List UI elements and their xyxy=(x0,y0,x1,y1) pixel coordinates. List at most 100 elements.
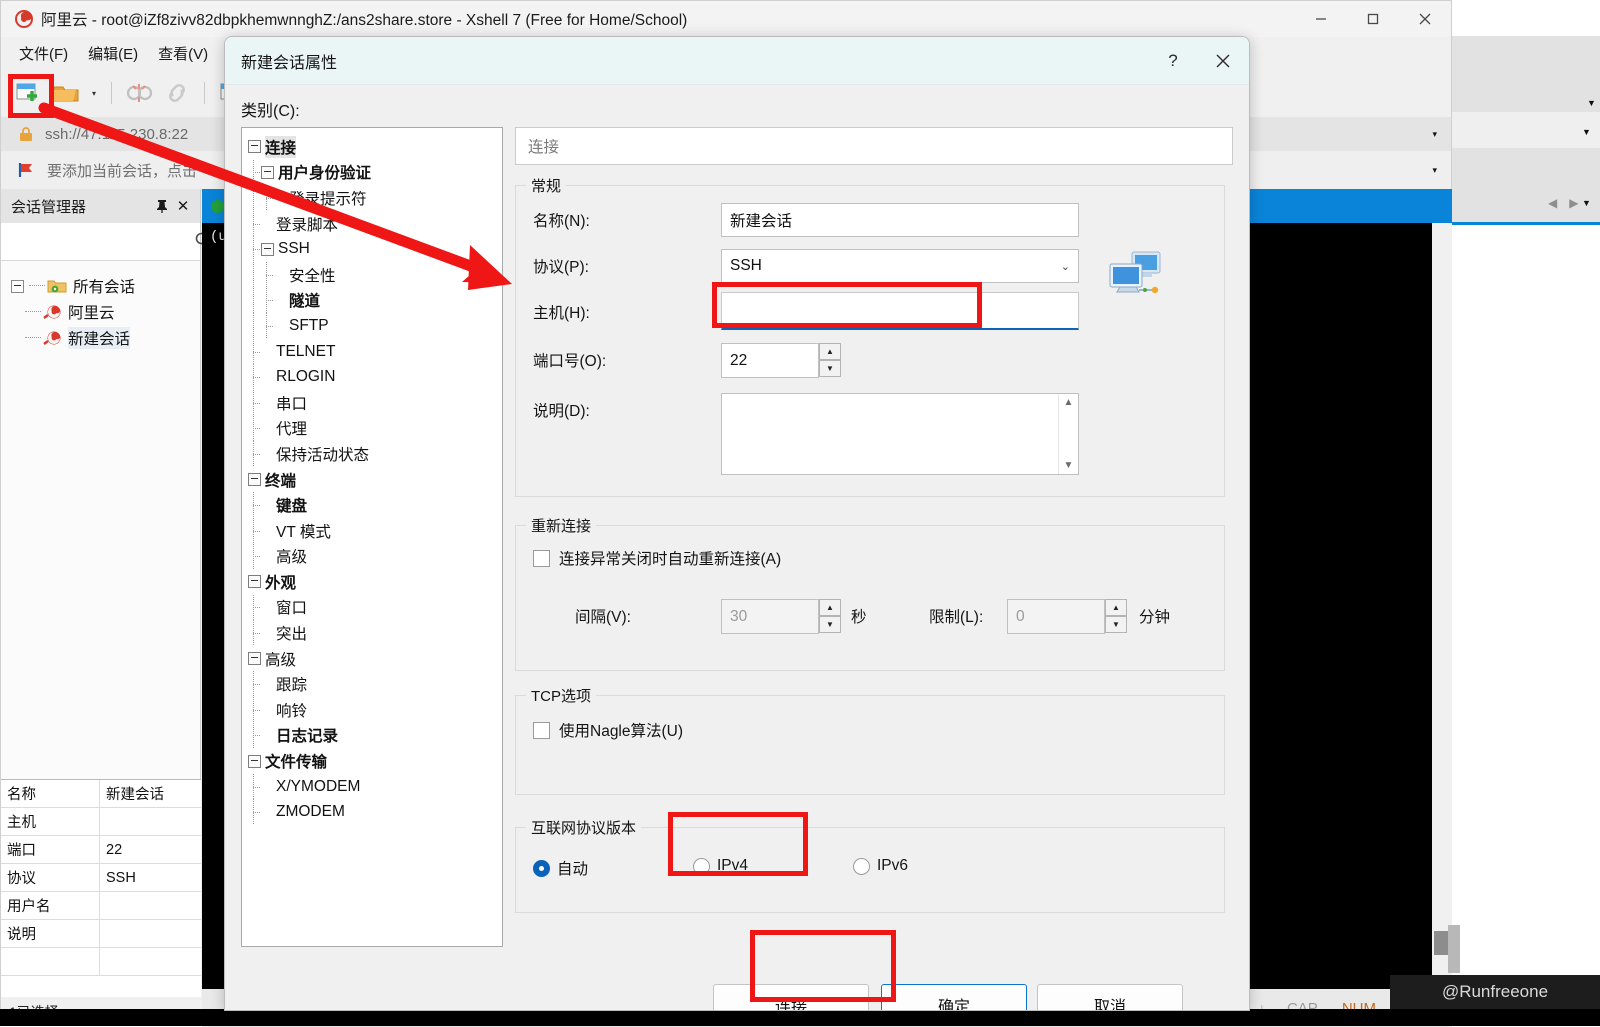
dialog-close-icon[interactable] xyxy=(1197,38,1249,84)
scroll-down-icon[interactable]: ▼ xyxy=(1064,460,1074,471)
category-item[interactable]: 隧道 xyxy=(248,287,502,314)
interval-spinner[interactable]: ▲ ▼ xyxy=(819,599,841,633)
connect-button[interactable]: 连接 xyxy=(713,984,869,1010)
protocol-select[interactable]: SSH ⌄ xyxy=(721,249,1079,283)
host-input[interactable] xyxy=(721,292,1079,330)
category-item[interactable]: 键盘 xyxy=(248,492,502,518)
chevron-down-icon[interactable]: ⌄ xyxy=(1061,260,1070,273)
limit-spin-up[interactable]: ▲ xyxy=(1105,599,1127,616)
category-item[interactable]: TELNET xyxy=(248,338,502,365)
terminal-scrollbar[interactable] xyxy=(1432,223,1452,989)
port-spin-down[interactable]: ▼ xyxy=(819,360,841,377)
category-item[interactable]: 登录提示符 xyxy=(248,185,502,211)
ip-v6-option[interactable]: IPv6 xyxy=(853,857,908,875)
ip-v4-option[interactable]: IPv4 xyxy=(693,857,748,875)
minimize-button[interactable] xyxy=(1295,1,1347,37)
search-input[interactable] xyxy=(9,232,194,251)
description-scrollbar[interactable]: ▲ ▼ xyxy=(1058,394,1078,474)
bg-chevron-down-icon-2[interactable]: ▼ xyxy=(1582,127,1591,137)
menu-view[interactable]: 查看(V) xyxy=(158,43,208,64)
port-spinner[interactable]: ▲ ▼ xyxy=(819,343,841,377)
interval-spin-down[interactable]: ▼ xyxy=(819,616,841,633)
ip-auto-radio[interactable] xyxy=(533,859,550,877)
scroll-up-icon[interactable]: ▲ xyxy=(1064,397,1074,408)
category-item[interactable]: 外观 xyxy=(248,569,502,595)
bg-scrollbar-thumb[interactable] xyxy=(1448,925,1460,973)
prev-arrow-icon[interactable]: ◀ xyxy=(1548,196,1557,210)
link-icon[interactable] xyxy=(162,78,192,108)
category-item[interactable]: X/YMODEM xyxy=(248,773,502,800)
nagle-checkbox[interactable] xyxy=(533,721,550,739)
expander-icon[interactable] xyxy=(248,473,261,487)
description-textarea-wrap[interactable]: ▲ ▼ xyxy=(721,393,1079,475)
ip-v6-radio[interactable] xyxy=(853,857,870,875)
new-session-dropdown-caret[interactable]: ▾ xyxy=(89,79,99,107)
close-button[interactable] xyxy=(1399,1,1451,37)
auto-reconnect-row[interactable]: 连接异常关闭时自动重新连接(A) xyxy=(533,547,781,569)
category-item[interactable]: 终端 xyxy=(248,467,502,493)
category-item[interactable]: 登录脚本 xyxy=(248,210,502,237)
expander-icon[interactable] xyxy=(261,165,274,179)
hint-dropdown-caret[interactable]: ▾ xyxy=(1432,165,1437,176)
port-spin-up[interactable]: ▲ xyxy=(819,343,841,360)
bg-nav-arrows[interactable]: ◀ ▶ xyxy=(1548,196,1578,210)
expander-icon[interactable] xyxy=(248,140,261,154)
category-item[interactable]: 高级 xyxy=(248,646,502,672)
limit-spin-down[interactable]: ▼ xyxy=(1105,616,1127,633)
category-item[interactable]: 日志记录 xyxy=(248,722,502,749)
menu-file[interactable]: 文件(F) xyxy=(19,43,68,64)
category-item[interactable]: 用户身份验证 xyxy=(248,159,502,186)
help-icon[interactable]: ? xyxy=(1149,38,1197,84)
expander-icon[interactable] xyxy=(248,652,261,666)
limit-spinner[interactable]: ▲ ▼ xyxy=(1105,599,1127,633)
category-item[interactable]: ZMODEM xyxy=(248,799,502,825)
category-item[interactable]: 高级 xyxy=(248,543,502,570)
pin-icon[interactable] xyxy=(152,195,172,217)
nagle-row[interactable]: 使用Nagle算法(U) xyxy=(533,719,683,741)
session-manager-close-icon[interactable]: ✕ xyxy=(172,195,194,217)
collapse-box-icon[interactable] xyxy=(11,279,24,293)
category-tree[interactable]: 连接 用户身份验证 登录提示符 登录脚本 SSH 安全性 隧道 SFTP TELNET RLOGI… xyxy=(241,127,503,947)
expander-icon[interactable] xyxy=(261,242,274,256)
name-input[interactable] xyxy=(721,203,1079,237)
category-item[interactable]: 代理 xyxy=(248,415,502,442)
session-item-new-session[interactable]: 新建会话 xyxy=(25,325,200,351)
cancel-button[interactable]: 取消 xyxy=(1037,984,1183,1010)
expander-icon[interactable] xyxy=(248,754,261,768)
category-item[interactable]: 突出 xyxy=(248,620,502,646)
maximize-button[interactable] xyxy=(1347,1,1399,37)
ip-v4-radio[interactable] xyxy=(693,857,710,875)
session-tree-root[interactable]: 所有会话 xyxy=(11,273,200,299)
interval-input[interactable] xyxy=(721,599,819,634)
category-item[interactable]: VT 模式 xyxy=(248,517,502,544)
menu-edit[interactable]: 编辑(E) xyxy=(88,43,138,64)
category-item[interactable]: 文件传输 xyxy=(248,748,502,774)
address-dropdown-caret[interactable]: ▾ xyxy=(1432,129,1437,140)
description-textarea[interactable] xyxy=(722,394,1058,474)
category-item[interactable]: 窗口 xyxy=(248,594,502,621)
category-item[interactable]: 串口 xyxy=(248,389,502,416)
category-item[interactable]: 保持活动状态 xyxy=(248,441,502,467)
category-item[interactable]: 响铃 xyxy=(248,697,502,723)
port-input[interactable] xyxy=(721,343,819,378)
category-item[interactable]: RLOGIN xyxy=(248,364,502,390)
category-item[interactable]: SSH xyxy=(248,236,502,262)
bg-chevron-down-icon-1[interactable]: ▼ xyxy=(1587,98,1596,108)
ip-auto-option[interactable]: 自动 xyxy=(533,857,588,879)
expander-icon[interactable] xyxy=(248,575,261,589)
category-item[interactable]: 安全性 xyxy=(248,261,502,288)
category-item[interactable]: 跟踪 xyxy=(248,671,502,697)
ok-button[interactable]: 确定 xyxy=(881,984,1027,1010)
category-item[interactable]: SFTP xyxy=(248,313,502,339)
interval-spin-up[interactable]: ▲ xyxy=(819,599,841,616)
category-item[interactable]: 连接 xyxy=(248,134,502,160)
new-session-icon[interactable] xyxy=(13,78,43,108)
session-search-box[interactable] xyxy=(1,223,211,261)
open-folder-icon[interactable] xyxy=(51,78,81,108)
session-item-aliyun[interactable]: 阿里云 xyxy=(25,299,200,325)
disconnect-icon[interactable] xyxy=(124,78,154,108)
limit-input[interactable] xyxy=(1007,599,1105,634)
bg-chevron-down-icon-3[interactable]: ▼ xyxy=(1582,198,1591,208)
next-arrow-icon[interactable]: ▶ xyxy=(1569,196,1578,210)
auto-reconnect-checkbox[interactable] xyxy=(533,549,550,567)
